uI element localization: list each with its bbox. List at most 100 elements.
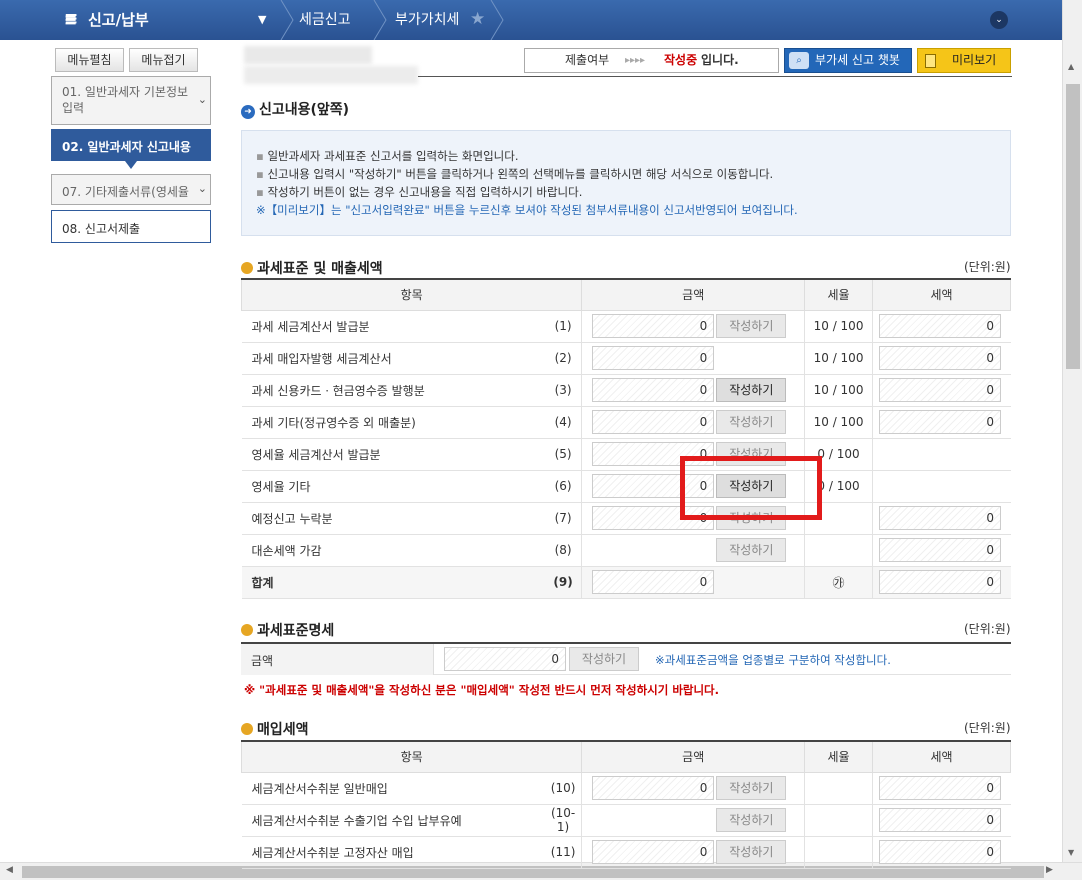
tax-rate: 10 / 100 <box>804 342 873 375</box>
unit-label: (단위:원) <box>964 260 1011 274</box>
row-number: (2) <box>544 342 583 375</box>
unit-label: (단위:원) <box>964 622 1011 636</box>
table-row: 영세율 세금계산서 발급분 (5) 0 작성하기 0 / 100 <box>241 438 1011 471</box>
section-title-input-tax: 매입세액 <box>241 719 309 739</box>
row-label: 과세 신용카드ㆍ현금영수증 발행분 <box>241 374 545 407</box>
tax-field[interactable]: 0 <box>878 506 1001 530</box>
menu-title: 신고/납부 <box>88 11 149 29</box>
row-label: 세금계산서수취분 고정자산 매입 <box>241 836 545 869</box>
favorite-star-icon[interactable]: ★ <box>470 9 485 29</box>
top-nav-bar: ≡ 신고/납부 ≡ ▼ 세금신고 부가가치세 ★ ⌄ <box>0 0 1062 40</box>
header-divider <box>418 76 1012 77</box>
table-row: 과세 세금계산서 발급분 (1) 0 작성하기 10 / 100 0 <box>241 310 1011 343</box>
scroll-down-icon[interactable]: ▼ <box>1068 848 1074 857</box>
collapse-menu-button[interactable]: 메뉴접기 <box>129 48 198 72</box>
row-label: 과세 기타(정규영수증 외 매출분) <box>241 406 545 439</box>
sidebar-item-other-documents[interactable]: 07. 기타제출서류(영세율 ⌄ <box>51 174 211 205</box>
row-number: (10) <box>544 772 583 805</box>
tax-rate: ㉮ <box>804 566 873 599</box>
section-title-main: ➜ 신고내용(앞쪽) <box>241 99 349 119</box>
row-number: (8) <box>544 534 583 567</box>
tax-rate <box>804 534 873 567</box>
row-number: (5) <box>544 438 583 471</box>
write-button[interactable]: 작성하기 <box>716 378 787 402</box>
row-label: 영세율 세금계산서 발급분 <box>241 438 545 471</box>
write-button[interactable]: 작성하기 <box>569 647 639 671</box>
chatbot-icon: ⌕ <box>789 52 809 69</box>
amount-field[interactable]: 0 <box>592 410 715 434</box>
row-number: (4) <box>544 406 583 439</box>
scroll-up-icon[interactable]: ▲ <box>1068 62 1074 71</box>
scroll-left-icon[interactable]: ◀ <box>6 865 13 875</box>
write-button[interactable]: 작성하기 <box>716 776 787 800</box>
chevron-down-icon: ⌄ <box>197 181 207 195</box>
section-title-tax-base: 과세표준 및 매출세액 <box>241 258 383 278</box>
tax-rate: 10 / 100 <box>804 310 873 343</box>
highlight-box <box>680 456 822 520</box>
scrollbar-thumb[interactable] <box>1066 84 1080 369</box>
section-title-tax-base-detail: 과세표준명세 <box>241 620 334 640</box>
menu-dropdown-icon[interactable]: ▼ <box>258 13 266 26</box>
expand-menu-button[interactable]: 메뉴펼침 <box>55 48 124 72</box>
amount-field[interactable]: 0 <box>592 570 715 594</box>
blurred-user-info <box>244 46 372 64</box>
scroll-right-icon[interactable]: ▶ <box>1046 865 1053 875</box>
write-button[interactable]: 작성하기 <box>716 538 787 562</box>
row-label: 과세 세금계산서 발급분 <box>241 310 545 343</box>
expand-header-icon[interactable]: ⌄ <box>990 11 1008 29</box>
hint-text: ※과세표준금액을 업종별로 구분하여 작성합니다. <box>655 653 891 667</box>
table-header-row: 항목 금액 세율 세액 <box>240 740 1011 773</box>
unit-label: (단위:원) <box>964 721 1011 735</box>
row-label: 대손세액 가감 <box>241 534 545 567</box>
row-number: (10-1) <box>544 804 583 837</box>
preview-button[interactable]: 미리보기 <box>917 48 1011 73</box>
vertical-scrollbar[interactable]: ▲ ▼ <box>1062 0 1082 862</box>
table-row: 세금계산서수취분 고정자산 매입 (11) 0 작성하기 0 <box>241 836 1011 869</box>
row-label: 세금계산서수취분 수출기업 수입 납부유예 <box>241 804 545 837</box>
amount-field[interactable]: 0 <box>592 314 715 338</box>
tax-rate: 10 / 100 <box>804 406 873 439</box>
amount-field[interactable]: 0 <box>592 346 715 370</box>
blurred-user-info <box>244 66 418 84</box>
table-row: 세금계산서수취분 수출기업 수입 납부유예 (10-1) 작성하기 0 <box>241 804 1011 837</box>
amount-field[interactable]: 0 <box>444 647 566 671</box>
bullet-icon <box>241 624 253 636</box>
tax-field[interactable]: 0 <box>879 840 1001 864</box>
vat-chatbot-button[interactable]: ⌕ 부가세 신고 챗봇 <box>784 48 912 73</box>
tax-rate: 10 / 100 <box>804 374 873 407</box>
write-button[interactable]: 작성하기 <box>716 314 787 338</box>
info-box: ▪ 일반과세자 과세표준 신고서를 입력하는 화면입니다. ▪ 신고내용 입력시… <box>241 130 1011 236</box>
breadcrumb-vat[interactable]: 부가가치세 <box>395 0 459 40</box>
tax-field[interactable]: 0 <box>878 346 1001 370</box>
row-label: 합계 <box>241 566 545 599</box>
breadcrumb-separator-icon <box>490 0 504 40</box>
amount-field[interactable]: 0 <box>592 840 715 864</box>
tax-field[interactable]: 0 <box>878 314 1001 338</box>
row-number: (9) <box>544 566 583 599</box>
tax-field[interactable]: 0 <box>879 776 1001 800</box>
sidebar-item-report-content[interactable]: 02. 일반과세자 신고내용 <box>51 129 211 161</box>
write-button[interactable]: 작성하기 <box>716 410 787 434</box>
amount-field[interactable]: 0 <box>592 378 715 402</box>
tax-field[interactable]: 0 <box>878 538 1001 562</box>
input-tax-table: 항목 금액 세율 세액 세금계산서수취분 일반매입 (10) 0 작성하기 0 세금계산서… <box>240 740 1011 869</box>
sidebar-item-submit[interactable]: 08. 신고서제출 <box>51 210 211 243</box>
row-number: (7) <box>544 502 583 535</box>
breadcrumb-tax-report[interactable]: 세금신고 <box>299 0 351 40</box>
table-row: 과세 신용카드ㆍ현금영수증 발행분 (3) 0 작성하기 10 / 100 0 <box>241 374 1011 407</box>
tax-field[interactable]: 0 <box>878 570 1001 594</box>
menu-button[interactable]: ≡ 신고/납부 <box>52 0 282 40</box>
tax-base-table: 항목 금액 세율 세액 과세 세금계산서 발급분 (1) 0 작성하기 10 / 100… <box>240 278 1012 599</box>
sidebar-item-basic-info[interactable]: 01. 일반과세자 기본정보입력 ⌄ <box>51 76 211 125</box>
tax-field[interactable]: 0 <box>879 808 1001 832</box>
tax-field[interactable]: 0 <box>878 410 1001 434</box>
amount-field[interactable]: 0 <box>592 776 715 800</box>
row-number: (3) <box>544 374 583 407</box>
active-indicator-icon <box>125 161 137 169</box>
tax-field[interactable]: 0 <box>878 378 1001 402</box>
write-button[interactable]: 작성하기 <box>716 808 787 832</box>
preview-note: ※【미리보기】는 "신고서입력완료" 버튼을 누르신후 보셔야 작성된 첨부서류… <box>256 203 798 217</box>
write-button[interactable]: 작성하기 <box>716 840 787 864</box>
status-value: 작성중 <box>664 53 698 67</box>
row-label: 과세 매입자발행 세금계산서 <box>241 342 545 375</box>
